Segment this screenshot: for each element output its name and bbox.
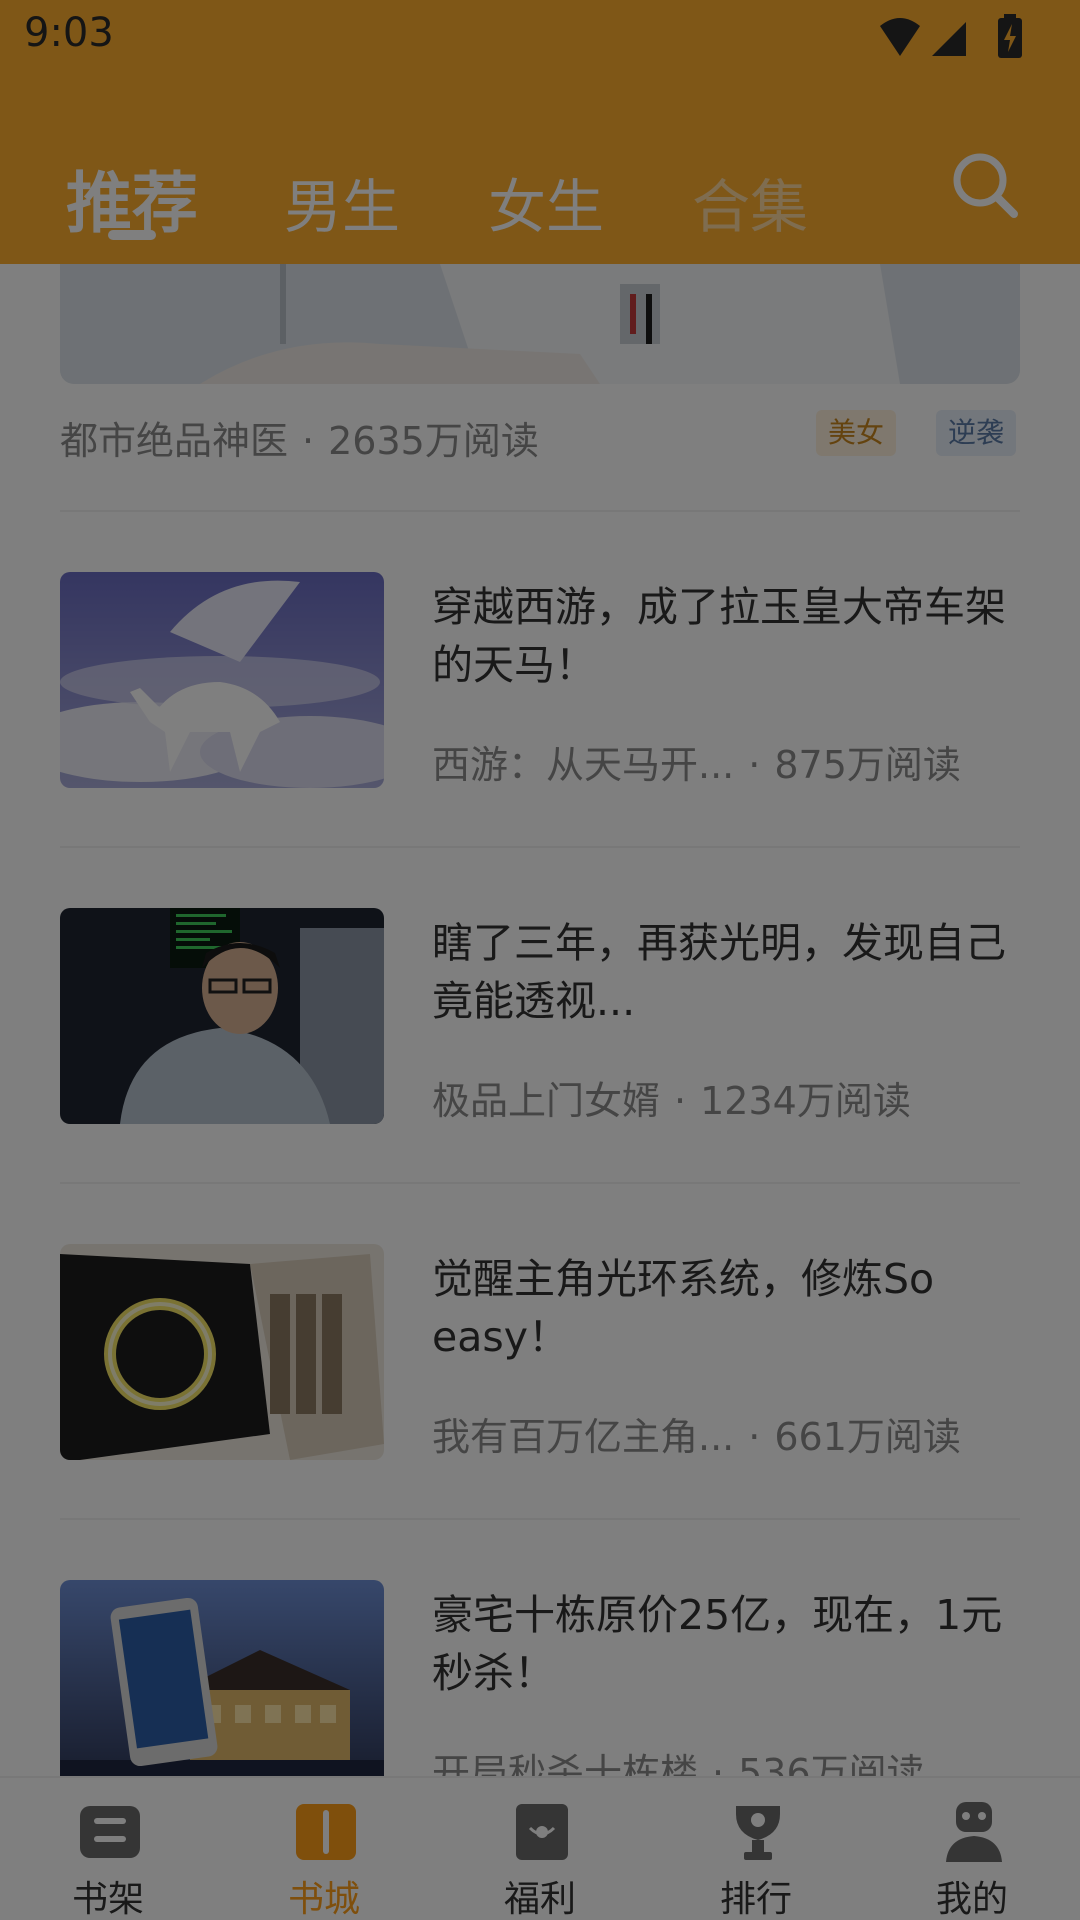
app-root: 9:03 推荐 男生 女生 合集 [0,0,1080,1920]
dim-overlay[interactable] [0,0,1080,1920]
